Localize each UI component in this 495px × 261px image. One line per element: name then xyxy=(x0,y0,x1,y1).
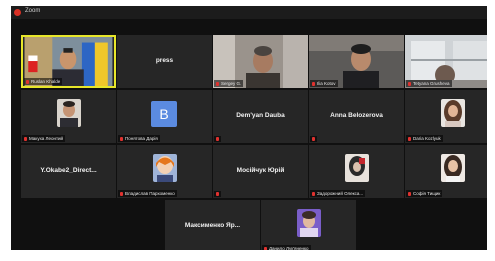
participant-name: Задорожний Олекса... xyxy=(317,191,364,196)
zoom-app-icon xyxy=(14,9,21,16)
zoom-window: Zoom Ruslan Khalde press Sergey G. Ilia … xyxy=(11,6,487,256)
participant-tile-15[interactable]: Максименко Яр... xyxy=(165,200,260,253)
participant-tile-8[interactable]: Anna Belozerova xyxy=(309,90,404,143)
participant-tile-5[interactable]: Макуха Леонтий xyxy=(21,90,116,143)
title-bar: Zoom xyxy=(11,6,487,19)
participant-tile-10[interactable]: Y.Okabe2_Direct... xyxy=(21,145,116,198)
participant-name-label: Ilia Kotov xyxy=(310,80,338,87)
participant-name-label: Владислав Пархоменко xyxy=(118,190,177,197)
participant-name-label: Понятова Дарія xyxy=(118,135,160,142)
letter-avatar: B xyxy=(151,101,177,127)
participant-tile-16[interactable]: Данило Лук'яненко xyxy=(261,200,356,253)
participant-name-label xyxy=(214,191,221,197)
participant-avatar xyxy=(57,99,81,127)
participant-tile-6[interactable]: B Понятова Дарія xyxy=(117,90,212,143)
participant-name: press xyxy=(155,57,174,64)
participant-tile-7[interactable]: Dem'yan Dauba xyxy=(213,90,308,143)
app-title: Zoom xyxy=(25,8,41,14)
participant-tile-13[interactable]: Задорожний Олекса... xyxy=(309,145,404,198)
muted-mic-icon xyxy=(120,191,123,196)
participant-tile-11[interactable]: Владислав Пархоменко xyxy=(117,145,212,198)
participant-name-label: Daria Kozlyuk xyxy=(406,135,443,142)
participant-name-label xyxy=(214,136,221,142)
participant-avatar xyxy=(153,154,177,182)
participant-name: Мосійчук Юрій xyxy=(236,167,285,174)
participant-tile-9[interactable]: Daria Kozlyuk xyxy=(405,90,487,143)
muted-mic-icon xyxy=(312,81,315,86)
muted-mic-icon xyxy=(312,191,315,196)
participant-name: Sergey G. xyxy=(221,81,242,86)
avatar-photo xyxy=(441,154,465,182)
muted-mic-icon xyxy=(408,81,411,86)
participant-avatar xyxy=(297,209,321,237)
participant-name: Ilia Kotov xyxy=(317,81,336,86)
muted-mic-icon xyxy=(408,191,411,196)
muted-mic-icon xyxy=(408,136,411,141)
participant-name-label: Tetyana Grusheva xyxy=(406,80,452,87)
participant-tile-3[interactable]: Ilia Kotov xyxy=(309,35,404,88)
muted-mic-icon xyxy=(120,136,123,141)
participant-name: Anna Belozerova xyxy=(330,112,383,119)
participant-name: Tetyana Grusheva xyxy=(413,81,450,86)
avatar-photo xyxy=(345,154,369,182)
participant-name: Макуха Леонтий xyxy=(29,136,64,141)
muted-mic-icon xyxy=(216,192,219,196)
avatar-photo xyxy=(57,99,81,127)
participant-avatar xyxy=(441,99,465,127)
participant-name-label: Задорожний Олекса... xyxy=(310,190,366,197)
participant-name-label: Sergey G. xyxy=(214,80,244,87)
participant-name: Y.Okabe2_Direct... xyxy=(40,167,97,174)
participant-name: Ruslan Khalde xyxy=(31,79,61,84)
participant-tile-1[interactable]: press xyxy=(117,35,212,88)
participant-name-label: Ruslan Khalde xyxy=(24,78,63,85)
participant-tile-14[interactable]: Софія Тищик xyxy=(405,145,487,198)
avatar-photo xyxy=(297,209,321,237)
muted-mic-icon xyxy=(24,136,27,141)
avatar-photo xyxy=(441,99,465,127)
muted-mic-icon xyxy=(216,81,219,86)
avatar-photo xyxy=(153,154,177,182)
bottom-toolbar-area xyxy=(0,250,495,261)
participant-avatar xyxy=(345,154,369,182)
participant-name-label: Макуха Леонтий xyxy=(22,135,66,142)
participant-tile-12[interactable]: Мосійчук Юрій xyxy=(213,145,308,198)
participant-name: Dem'yan Dauba xyxy=(236,112,285,119)
participant-name: Софія Тищик xyxy=(413,191,441,196)
participant-tile-0[interactable]: Ruslan Khalde xyxy=(21,35,116,88)
participant-name: Владислав Пархоменко xyxy=(125,191,175,196)
participant-name: Daria Kozlyuk xyxy=(413,136,441,141)
participant-name: Максименко Яр... xyxy=(184,222,241,229)
participant-avatar xyxy=(441,154,465,182)
participant-tile-4[interactable]: Tetyana Grusheva xyxy=(405,35,487,88)
participant-name-label: Софія Тищик xyxy=(406,190,443,197)
participant-name-label xyxy=(310,136,317,142)
participant-name: Понятова Дарія xyxy=(125,136,158,141)
muted-mic-icon xyxy=(216,137,219,141)
muted-mic-icon xyxy=(26,79,29,84)
participant-tile-2[interactable]: Sergey G. xyxy=(213,35,308,88)
muted-mic-icon xyxy=(312,137,315,141)
